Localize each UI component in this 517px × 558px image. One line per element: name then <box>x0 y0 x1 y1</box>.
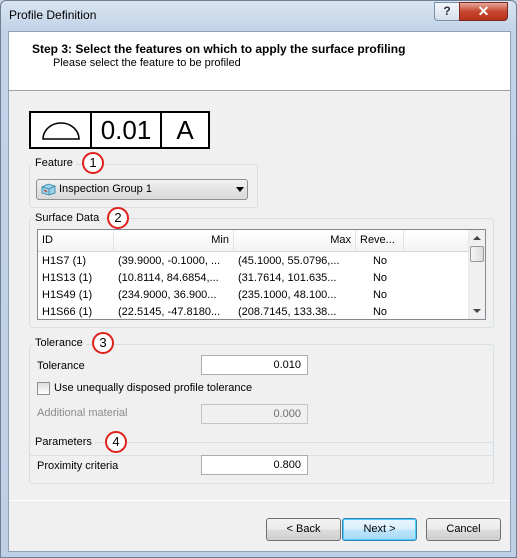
proximity-criteria-label: Proximity criteria <box>37 460 119 472</box>
feature-control-frame: 0.01 A <box>29 111 210 149</box>
surface-data-group-label: Surface Data <box>33 212 103 224</box>
table-row[interactable]: H1S13 (1) (10.8114, 84.6854,... (31.7614… <box>38 270 468 287</box>
chevron-down-icon <box>236 187 244 192</box>
cell-reverse: No <box>372 289 388 301</box>
cell-max: (45.1000, 55.0796,... <box>238 255 340 267</box>
fcf-datum: A <box>176 114 194 145</box>
cancel-button[interactable]: Cancel <box>426 518 501 541</box>
surface-data-table[interactable]: ID Min Max Reve... H1S7 (1) (39.9000, -0… <box>37 229 486 320</box>
feature-dropdown-value: Inspection Group 1 <box>59 183 152 195</box>
feature-group-label: Feature <box>33 157 76 169</box>
dialog-body: Step 3: Select the features on which to … <box>8 31 511 552</box>
scroll-thumb[interactable] <box>470 246 484 262</box>
parameters-badge: 4 <box>105 431 127 453</box>
cell-id: H1S7 (1) <box>42 255 87 267</box>
cell-reverse: No <box>372 306 388 318</box>
scroll-up-icon[interactable] <box>473 236 481 240</box>
cell-reverse: No <box>372 272 388 284</box>
unequal-tolerance-label[interactable]: Use unequally disposed profile tolerance <box>54 382 252 394</box>
step-title: Step 3: Select the features on which to … <box>32 42 406 56</box>
cell-min: (22.5145, -47.8180... <box>118 306 221 318</box>
table-body: H1S7 (1) (39.9000, -0.1000, ... (45.1000… <box>38 253 468 319</box>
tolerance-group-label: Tolerance <box>33 337 86 349</box>
cell-min: (39.9000, -0.1000, ... <box>118 255 221 267</box>
title-bar[interactable]: Profile Definition ? ✕ <box>1 1 516 31</box>
parameters-group-label: Parameters <box>33 436 95 448</box>
table-row[interactable]: H1S66 (1) (22.5145, -47.8180... (208.714… <box>38 304 468 319</box>
cell-max: (235.1000, 48.100... <box>238 289 337 301</box>
proximity-criteria-input[interactable]: 0.800 <box>201 455 308 475</box>
cell-min: (10.8114, 84.6854,... <box>118 272 219 284</box>
back-button[interactable]: < Back <box>266 518 341 541</box>
tolerance-input[interactable]: 0.010 <box>201 355 308 375</box>
tolerance-badge: 3 <box>92 332 114 354</box>
window-title: Profile Definition <box>9 8 97 22</box>
cell-id: H1S49 (1) <box>42 289 93 301</box>
step-subtitle: Please select the feature to be profiled <box>53 57 241 69</box>
next-button[interactable]: Next > <box>342 518 417 541</box>
surface-profile-icon <box>31 113 92 147</box>
fcf-tolerance-value: 0.01 <box>92 113 162 147</box>
wizard-header: Step 3: Select the features on which to … <box>9 32 510 91</box>
help-button[interactable]: ? <box>434 2 460 21</box>
feature-dropdown[interactable]: Inspection Group 1 <box>36 179 248 200</box>
table-row[interactable]: H1S7 (1) (39.9000, -0.1000, ... (45.1000… <box>38 253 468 270</box>
close-button[interactable]: ✕ <box>459 2 508 21</box>
table-scrollbar[interactable] <box>468 230 485 319</box>
column-header-min[interactable]: Min <box>114 230 234 252</box>
table-row[interactable]: H1S49 (1) (234.9000, 36.900... (235.1000… <box>38 287 468 304</box>
cell-min: (234.9000, 36.900... <box>118 289 217 301</box>
tolerance-label: Tolerance <box>37 360 85 372</box>
inspection-group-icon <box>41 183 56 196</box>
feature-badge: 1 <box>82 152 104 174</box>
additional-material-input[interactable]: 0.000 <box>201 404 308 424</box>
cell-reverse: No <box>372 255 388 267</box>
cell-id: H1S13 (1) <box>42 272 93 284</box>
footer-divider <box>9 500 510 501</box>
additional-material-label: Additional material <box>37 407 128 419</box>
cell-max: (31.7614, 101.635... <box>238 272 337 284</box>
cell-id: H1S66 (1) <box>42 306 93 318</box>
column-header-id[interactable]: ID <box>38 230 114 252</box>
surface-data-badge: 2 <box>107 207 129 229</box>
profile-definition-window: Profile Definition ? ✕ Step 3: Select th… <box>0 0 517 558</box>
column-header-max[interactable]: Max <box>234 230 356 252</box>
cell-max: (208.7145, 133.38... <box>238 306 337 318</box>
column-header-reverse[interactable]: Reve... <box>356 230 404 252</box>
scroll-down-icon[interactable] <box>473 309 481 313</box>
unequal-tolerance-checkbox[interactable] <box>37 382 50 395</box>
table-header: ID Min Max Reve... <box>38 230 468 252</box>
